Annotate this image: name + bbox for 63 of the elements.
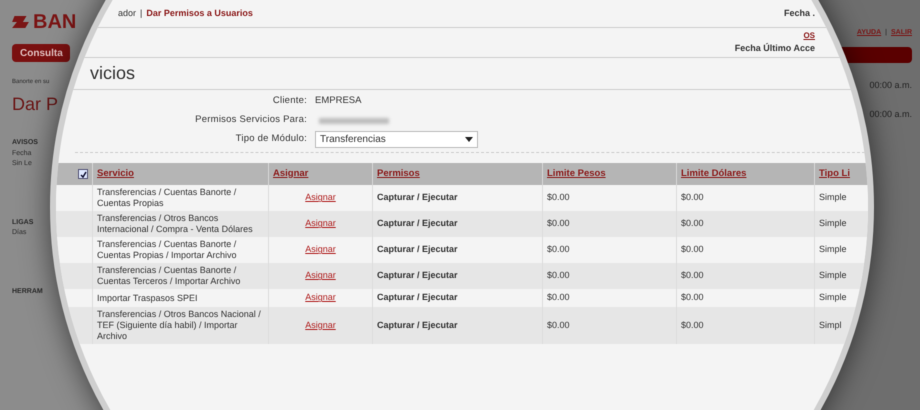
service-cell-text: Transferencias / Cuentas Banorte / Cuentas Propias / Importar Archivo [97, 239, 238, 261]
amount-cell-text: $0.00 [681, 217, 704, 230]
logo-text: BAN [33, 12, 76, 32]
last-access-label: Fecha Último Acce [734, 42, 815, 55]
select-all-checkbox[interactable] [78, 169, 88, 179]
permissions-cell-text: Capturar / Ejecutar [377, 291, 458, 304]
amount-cell-text: $0.00 [547, 191, 570, 204]
service-cell: Importar Traspasos SPEI [97, 292, 198, 304]
blurred-value [319, 118, 389, 124]
form-label: Cliente: [272, 94, 308, 108]
form-label: Permisos Servicios Para: [194, 113, 308, 128]
column-header-link[interactable]: Limite Pesos [547, 166, 606, 182]
assign-link[interactable]: Asignar [305, 318, 336, 332]
dropdown-caret-icon [465, 137, 473, 142]
assign-link[interactable]: Asignar [305, 217, 336, 231]
amount-cell-text: $0.00 [547, 269, 570, 282]
column-header-link[interactable]: Permisos [377, 166, 420, 182]
permissions-cell-text: Capturar / Ejecutar [377, 191, 458, 204]
permissions-cell-text: Capturar / Ejecutar [377, 318, 458, 332]
menu-button[interactable]: Consulta [12, 44, 70, 62]
permissions-cell-text: Capturar / Ejecutar [377, 269, 458, 282]
service-cell-text: Transferencias / Otros Bancos Internacional / Compra - Venta Dólares [97, 213, 254, 235]
form-label: Tipo de Módulo: [234, 132, 308, 146]
column-header-link[interactable]: Tipo Li [819, 166, 850, 182]
limit-type-cell-text: Simple [819, 217, 847, 230]
column-header-link[interactable]: Asignar [273, 166, 308, 182]
amount-cell-text: $0.00 [681, 243, 704, 256]
limit-type-cell-text: Simple [819, 243, 847, 256]
section-title: vicios [90, 62, 136, 85]
amount-cell-text: $0.00 [681, 291, 704, 304]
time-text: 00:00 a.m. [869, 78, 912, 92]
assign-link[interactable]: Asignar [305, 243, 336, 257]
time-text: 00:00 a.m. [869, 108, 912, 121]
logo-mark-icon [12, 16, 29, 28]
amount-cell-text: $0.00 [547, 217, 570, 230]
amount-cell-text: $0.00 [681, 318, 704, 332]
limit-type-cell-text: Simple [819, 269, 847, 282]
limit-type-cell-text: Simple [819, 291, 847, 304]
limit-type-cell-text: Simpl [819, 318, 842, 332]
amount-cell-text: $0.00 [547, 318, 570, 332]
amount-cell-text: $0.00 [547, 291, 570, 304]
breadcrumb-separator: | [140, 6, 142, 20]
breadcrumb-link[interactable]: Dar Permisos a Usuarios [146, 6, 253, 20]
amount-cell-text: $0.00 [681, 191, 704, 204]
service-cell-text: Transferencias / Cuentas Banorte / Cuentas Terceros / Importar Archivo [97, 265, 242, 287]
module-select[interactable]: Transferencias [315, 131, 478, 148]
limit-type-cell-text: Simple [819, 191, 847, 204]
amount-cell-text: $0.00 [681, 269, 704, 282]
form-value: EMPRESA [314, 94, 362, 108]
permissions-cell-text: Capturar / Ejecutar [377, 243, 458, 256]
breadcrumb-text: ador [118, 6, 136, 20]
assign-link[interactable]: Asignar [305, 269, 336, 283]
column-header-link[interactable]: Servicio [97, 166, 134, 182]
service-cell-text: Transferencias / Otros Bancos Nacional / TEF (Siguiente día habil) / Importar Archivo [97, 309, 262, 342]
assign-link[interactable]: Asignar [305, 191, 336, 205]
date-label: Fecha . [784, 6, 815, 20]
service-cell-text: Transferencias / Cuentas Banorte / Cuentas Propias [97, 187, 238, 209]
permissions-cell-text: Capturar / Ejecutar [377, 217, 458, 230]
header-link[interactable]: OS [803, 30, 815, 42]
page-title: Dar P [12, 93, 60, 116]
column-header-link[interactable]: Limite Dólares [681, 166, 746, 182]
amount-cell-text: $0.00 [547, 243, 570, 256]
assign-link[interactable]: Asignar [305, 291, 336, 305]
